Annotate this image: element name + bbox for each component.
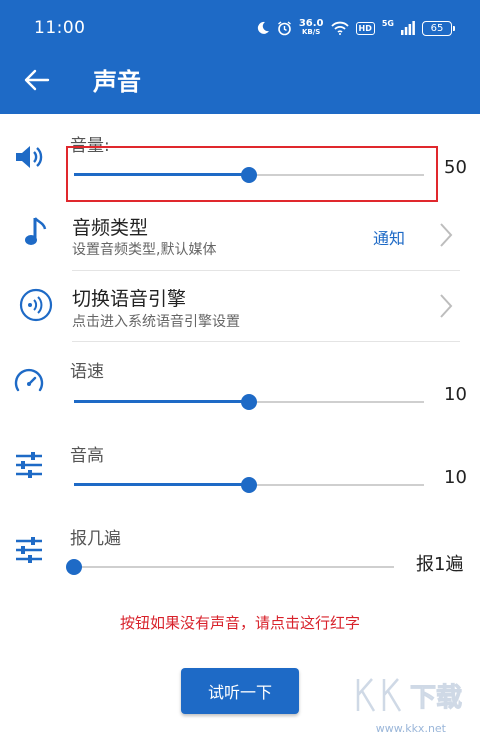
audio-type-value: 通知 [373, 229, 406, 248]
back-arrow-icon [24, 69, 50, 91]
signal-icon [401, 21, 415, 35]
status-icons: 36.0 KB/S HD 5G 65 [256, 16, 455, 40]
repeat-value: 报1遍 [416, 554, 464, 575]
repeat-slider-thumb[interactable] [66, 559, 82, 575]
divider [72, 270, 460, 271]
moon-icon [257, 21, 269, 34]
chevron-right-icon [440, 294, 453, 318]
speed-slider-thumb[interactable] [241, 394, 257, 410]
equalizer-icon [12, 533, 46, 567]
kk-watermark-logo: 下载 [356, 678, 462, 714]
audio-type-title: 音频类型 [72, 217, 149, 239]
repeat-label: 报几遍 [70, 529, 121, 549]
test-listen-button[interactable]: 试听一下 [181, 668, 299, 714]
volume-slider[interactable] [74, 167, 424, 183]
pitch-slider-thumb[interactable] [241, 477, 257, 493]
page-title: 声音 [93, 68, 141, 96]
svg-text:下载: 下载 [410, 683, 462, 713]
network-type: 5G [381, 18, 394, 28]
speed-slider[interactable] [74, 394, 424, 410]
no-sound-warning-link[interactable]: 按钮如果没有声音，请点击这行红字 [0, 612, 480, 633]
divider [72, 341, 460, 342]
pitch-label: 音高 [70, 446, 104, 466]
speed-value: 10 [444, 384, 467, 405]
back-button[interactable] [20, 64, 52, 96]
engine-title: 切换语音引擎 [72, 288, 187, 310]
engine-row[interactable]: 切换语音引擎 点击进入系统语音引擎设置 [0, 276, 480, 340]
battery-level: 65 [430, 22, 444, 34]
engine-subtitle: 点击进入系统语音引擎设置 [72, 314, 240, 330]
net-speed: 36.0 KB/S [299, 19, 324, 37]
chevron-right-icon [440, 223, 453, 247]
speedometer-icon [12, 365, 46, 399]
equalizer-icon [12, 448, 46, 482]
repeat-slider[interactable] [66, 559, 394, 575]
watermark-url: www.kkx.net [375, 722, 446, 735]
volume-value: 50 [444, 157, 467, 178]
pitch-slider[interactable] [74, 477, 424, 493]
audio-type-subtitle: 设置音频类型,默认媒体 [72, 242, 217, 258]
volume-slider-thumb[interactable] [241, 167, 257, 183]
wifi-icon [330, 21, 349, 35]
hd-badge: HD [355, 21, 375, 35]
audio-type-row[interactable]: 音频类型 设置音频类型,默认媒体 通知 [0, 205, 480, 269]
speed-label: 语速 [70, 362, 104, 382]
battery-indicator: 65 [422, 20, 455, 36]
pitch-value: 10 [444, 467, 467, 488]
net-speed-value: 36.0 [298, 18, 324, 29]
net-speed-unit: KB/S [301, 28, 321, 36]
app-bar: 11:00 36.0 KB/S HD 5G 65 声音 [0, 0, 480, 114]
status-time: 11:00 [34, 18, 86, 38]
volume-icon [12, 140, 46, 174]
alarm-icon [277, 20, 291, 35]
